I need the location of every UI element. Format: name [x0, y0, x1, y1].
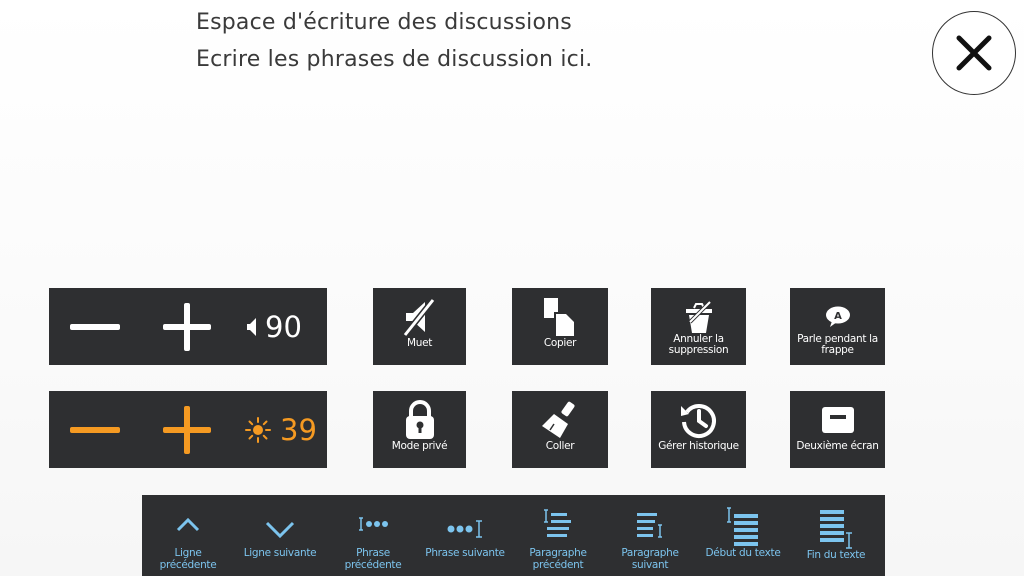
history-icon [680, 404, 716, 439]
text-end-label: Fin du texte [806, 549, 866, 561]
minus-icon [70, 323, 120, 330]
speech-bubble-icon: A [825, 306, 850, 327]
chevron-up-icon [176, 517, 200, 532]
text-start-icon [727, 507, 758, 546]
history-button[interactable]: Gérer historique [651, 391, 746, 468]
next-line-button[interactable]: Ligne suivante [234, 495, 326, 576]
copy-button[interactable]: Copier [512, 288, 608, 365]
speak-while-typing-button[interactable]: A Parle pendant la frappe [790, 288, 885, 365]
plus-icon [163, 405, 211, 454]
volume-readout: 90 [245, 288, 302, 365]
mute-button[interactable]: Muet [373, 288, 466, 365]
brightness-readout: 39 [245, 391, 317, 468]
text-navigation-bar: Ligne précédente Ligne suivante Phrase p… [142, 495, 885, 576]
paragraph-end-icon [637, 513, 662, 538]
close-icon [956, 35, 992, 71]
minus-icon [70, 426, 120, 433]
private-mode-button[interactable]: Mode privé [373, 391, 466, 468]
previous-paragraph-button[interactable]: Paragraphe précédent [512, 495, 604, 576]
second-screen-label: Deuxième écran [796, 440, 879, 452]
volume-control: 90 [49, 288, 327, 365]
history-label: Gérer historique [658, 440, 739, 452]
second-screen-button[interactable]: Deuxième écran [790, 391, 885, 468]
undo-delete-button[interactable]: Annuler la suppression [651, 288, 746, 365]
volume-value: 90 [265, 309, 302, 344]
next-paragraph-label: Paragraphe suivant [621, 547, 679, 571]
mute-label: Muet [406, 337, 433, 349]
volume-down-button[interactable] [49, 288, 141, 365]
volume-up-button[interactable] [141, 288, 233, 365]
brightness-value: 39 [280, 412, 317, 447]
previous-paragraph-label: Paragraphe précédent [529, 547, 587, 571]
brightness-up-button[interactable] [141, 391, 233, 468]
brightness-control: 39 [49, 391, 327, 468]
lock-icon [405, 400, 434, 439]
next-sentence-label: Phrase suivante [425, 547, 505, 559]
discussion-input[interactable]: Ecrire les phrases de discussion ici. [196, 47, 592, 72]
speaker-icon [247, 317, 256, 336]
svg-text:A: A [834, 311, 842, 322]
sentence-end-icon [447, 520, 482, 538]
speak-while-typing-label: Parle pendant la frappe [797, 333, 878, 356]
brush-icon [542, 401, 575, 438]
previous-line-button[interactable]: Ligne précédente [142, 495, 234, 576]
page-title: Espace d'écriture des discussions [196, 10, 572, 35]
close-button[interactable] [932, 11, 1016, 95]
mute-speaker-icon [402, 298, 435, 337]
previous-sentence-button[interactable]: Phrase précédente [327, 495, 419, 576]
previous-sentence-label: Phrase précédente [344, 547, 402, 571]
sun-icon [245, 416, 271, 443]
text-end-button[interactable]: Fin du texte [790, 495, 882, 576]
chevron-down-icon [265, 521, 295, 538]
paste-label: Coller [545, 440, 575, 452]
plus-icon [163, 302, 211, 351]
copy-label: Copier [543, 337, 577, 349]
text-end-icon [820, 510, 852, 549]
next-sentence-button[interactable]: Phrase suivante [419, 495, 511, 576]
paste-button[interactable]: Coller [512, 391, 608, 468]
brightness-down-button[interactable] [49, 391, 141, 468]
paragraph-start-icon [544, 509, 571, 537]
text-start-button[interactable]: Début du texte [697, 495, 789, 576]
text-start-label: Début du texte [705, 547, 781, 559]
next-line-label: Ligne suivante [243, 547, 317, 559]
trash-restore-icon [685, 300, 712, 333]
copy-icon [544, 298, 574, 336]
next-paragraph-button[interactable]: Paragraphe suivant [604, 495, 696, 576]
undo-delete-label: Annuler la suppression [668, 333, 729, 356]
screen-icon [821, 407, 854, 433]
private-mode-label: Mode privé [391, 440, 448, 452]
previous-line-label: Ligne précédente [159, 547, 217, 571]
sentence-start-icon [359, 517, 388, 531]
